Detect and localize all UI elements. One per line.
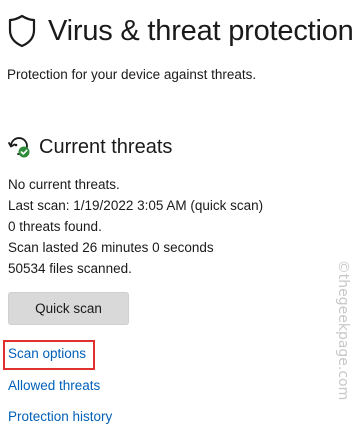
shield-icon <box>8 14 36 48</box>
status-last-scan: Last scan: 1/19/2022 3:05 AM (quick scan… <box>8 198 264 213</box>
title-row: Virus & threat protection <box>8 14 353 48</box>
status-scan-duration: Scan lasted 26 minutes 0 seconds <box>8 240 214 255</box>
scan-options-link[interactable]: Scan options <box>8 346 86 361</box>
page-subtitle: Protection for your device against threa… <box>7 67 257 82</box>
watermark: ©thegeekpage.com <box>335 230 351 430</box>
virus-threat-protection-page: Virus & threat protection Protection for… <box>0 0 353 447</box>
quick-scan-button[interactable]: Quick scan <box>8 292 129 325</box>
watermark-text: ©thegeekpage.com <box>335 259 351 401</box>
status-files-scanned: 50534 files scanned. <box>8 261 132 276</box>
page-title: Virus & threat protection <box>48 14 353 47</box>
current-threats-header: Current threats <box>7 135 172 159</box>
status-no-threats: No current threats. <box>8 177 120 192</box>
current-threats-title: Current threats <box>39 135 173 158</box>
scan-status-details: No current threats. Last scan: 1/19/2022… <box>8 174 263 279</box>
allowed-threats-link[interactable]: Allowed threats <box>8 378 100 393</box>
threat-scan-check-icon <box>7 135 31 159</box>
protection-history-link[interactable]: Protection history <box>8 409 112 424</box>
status-threats-found: 0 threats found. <box>8 219 102 234</box>
